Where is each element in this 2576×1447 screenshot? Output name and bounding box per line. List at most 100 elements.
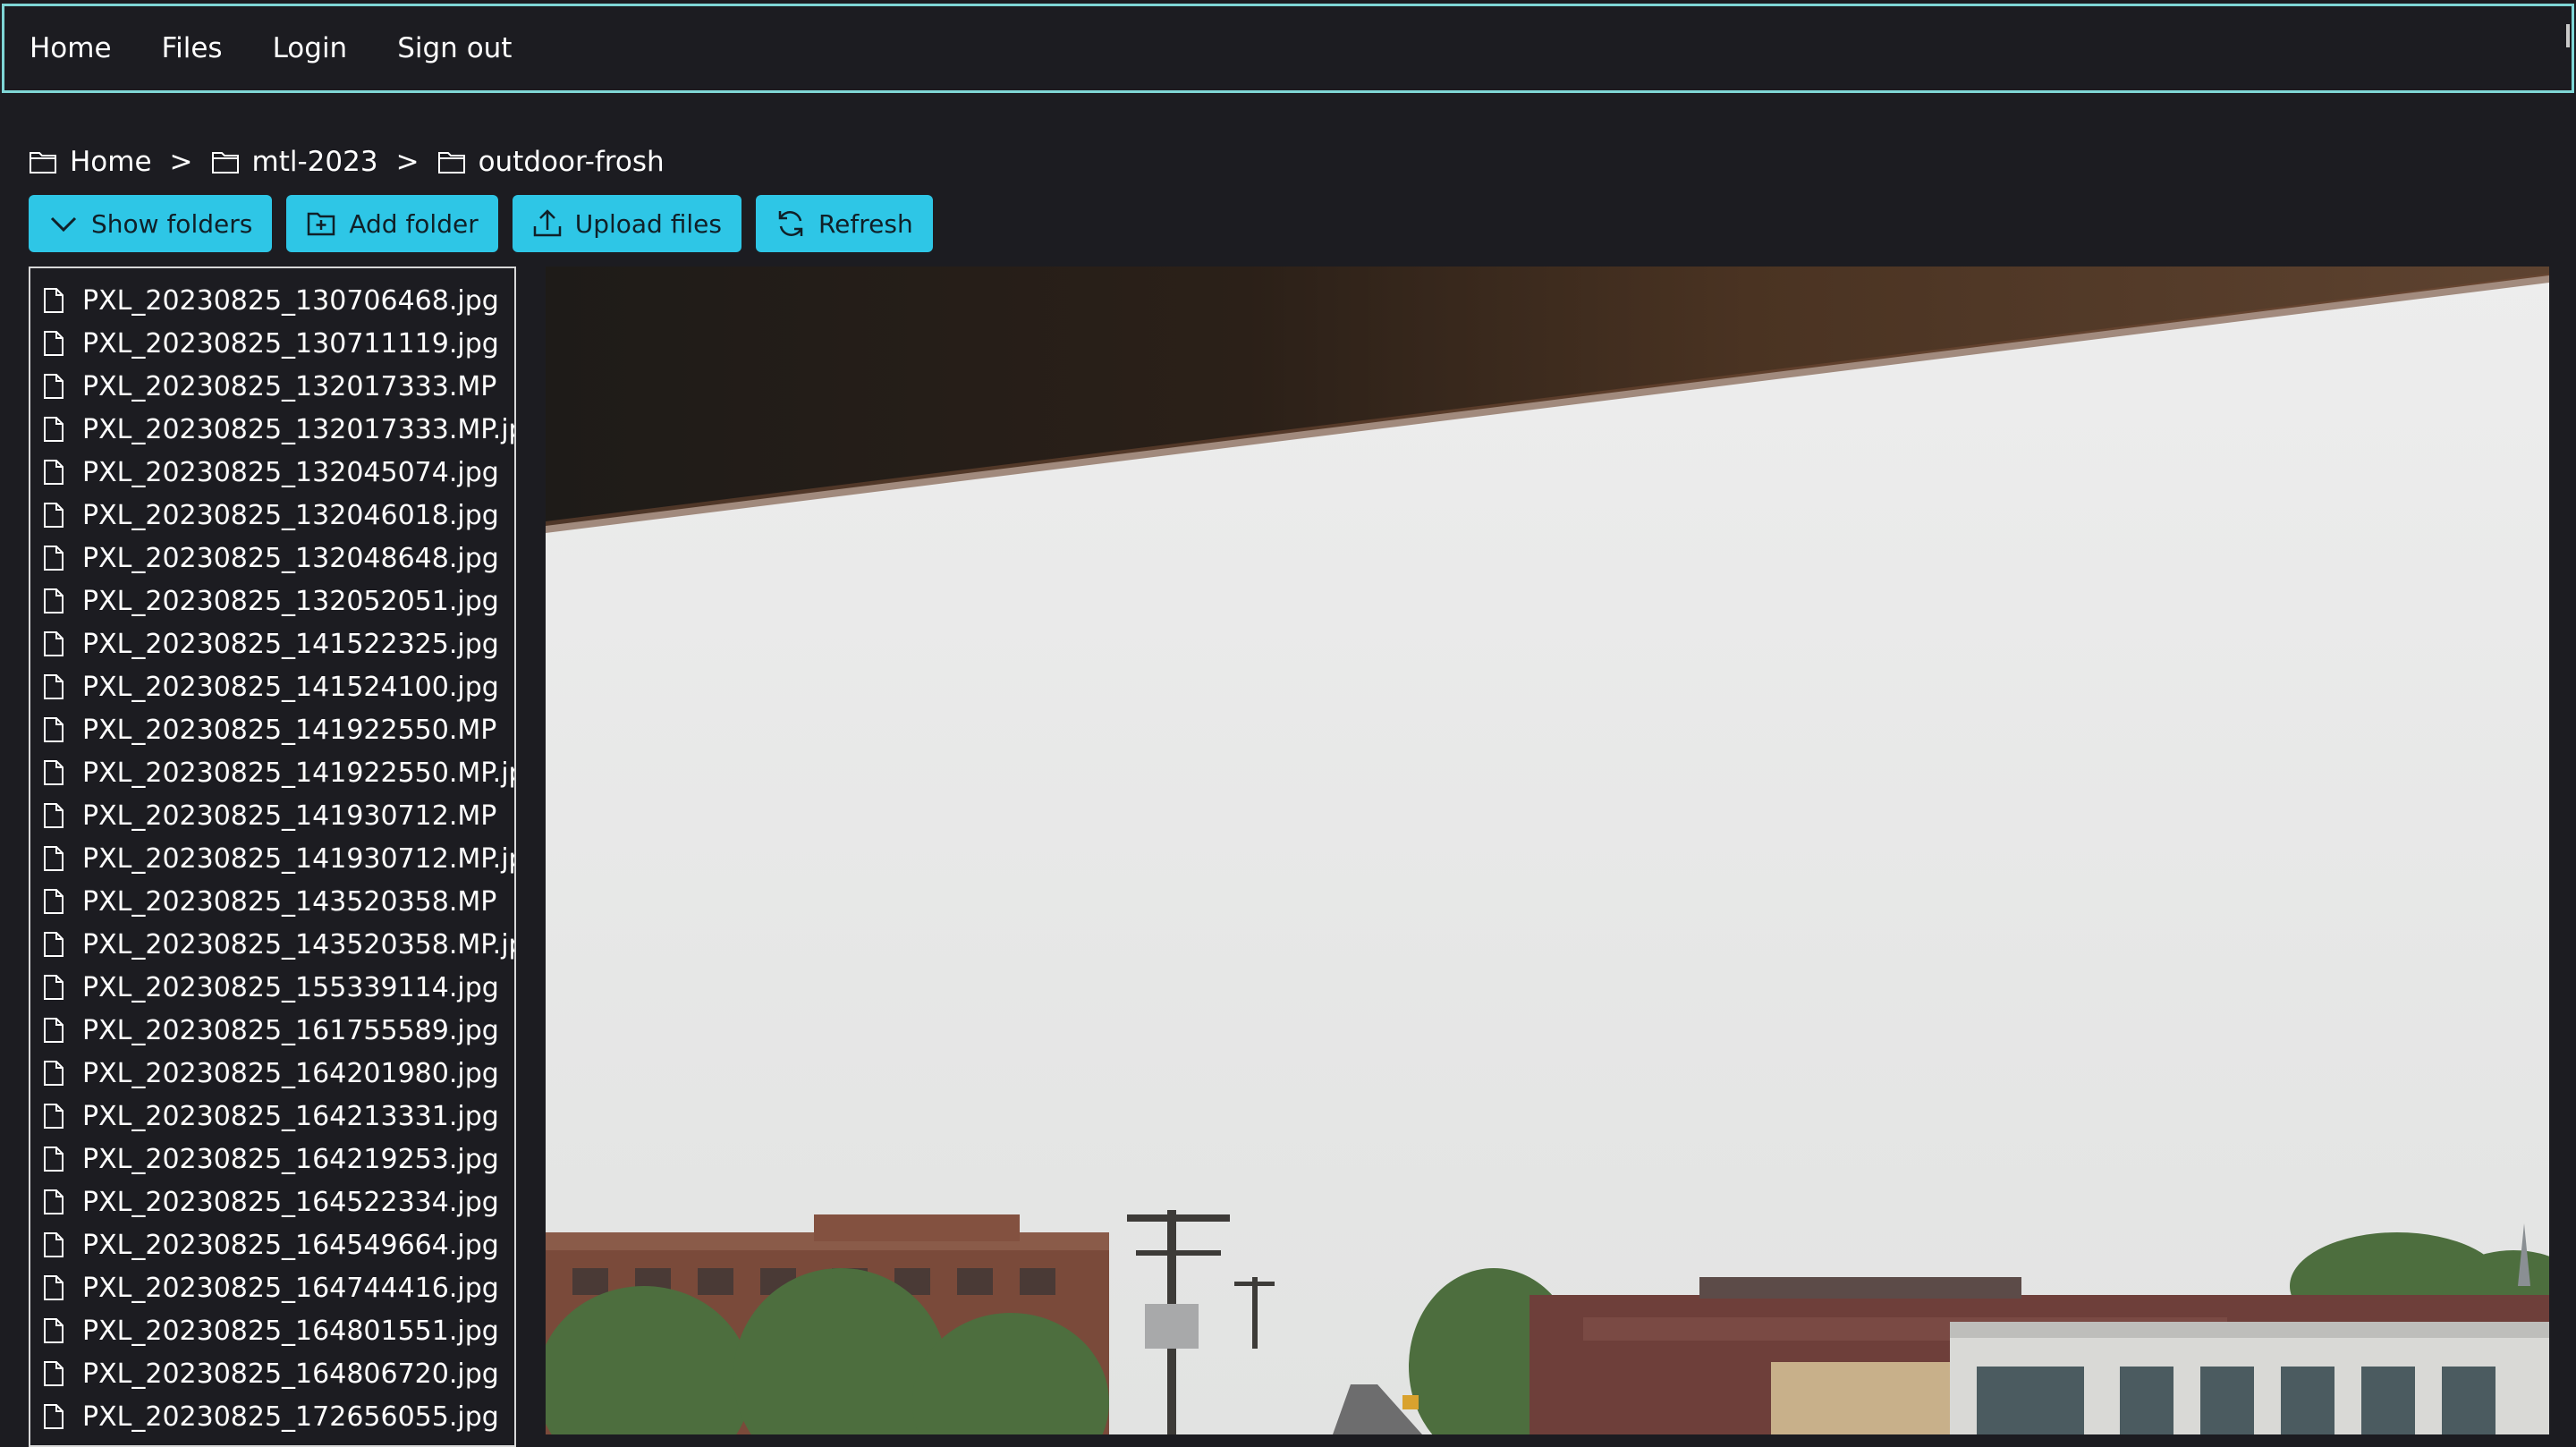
file-list-item[interactable]: PXL_20230825_141930712.MP — [30, 794, 514, 837]
file-icon — [44, 331, 64, 356]
nav-login-link[interactable]: Login — [273, 32, 348, 64]
add-folder-label: Add folder — [349, 208, 479, 239]
file-list-item[interactable]: PXL_20230825_164219253.jpg — [30, 1138, 514, 1180]
file-icon — [44, 1018, 64, 1043]
file-name: PXL_20230825_141922550.MP — [82, 714, 497, 746]
file-icon — [44, 975, 64, 1000]
file-icon — [44, 588, 64, 613]
file-list-item[interactable]: PXL_20230825_132046018.jpg — [30, 494, 514, 537]
photo-preview — [546, 267, 2549, 1434]
chevron-down-icon — [50, 216, 77, 233]
file-icon — [44, 1232, 64, 1257]
file-name: PXL_20230825_155339114.jpg — [82, 971, 499, 1003]
breadcrumb-label: mtl-2023 — [251, 146, 378, 178]
file-list-item[interactable]: PXL_20230825_141522325.jpg — [30, 622, 514, 665]
breadcrumb-home[interactable]: Home — [29, 146, 152, 178]
file-icon — [44, 631, 64, 656]
resize-handle[interactable] — [2566, 24, 2570, 47]
file-list-item[interactable]: PXL_20230825_132048648.jpg — [30, 537, 514, 580]
file-list-item[interactable]: PXL_20230825_143520358.MP.jpg — [30, 923, 514, 966]
file-name: PXL_20230825_130711119.jpg — [82, 327, 499, 360]
file-icon — [44, 288, 64, 313]
top-navbar: Home Files Login Sign out — [2, 4, 2574, 93]
refresh-button[interactable]: Refresh — [755, 195, 933, 252]
file-list-item[interactable]: PXL_20230825_141922550.MP — [30, 708, 514, 751]
file-icon — [44, 803, 64, 828]
file-name: PXL_20230825_132052051.jpg — [82, 585, 499, 617]
folder-plus-icon — [308, 212, 335, 236]
file-list-item[interactable]: PXL_20230825_143520358.MP — [30, 880, 514, 923]
folder-icon — [437, 152, 465, 173]
file-name: PXL_20230825_164744416.jpg — [82, 1272, 499, 1304]
file-list-item[interactable]: PXL_20230825_164801551.jpg — [30, 1309, 514, 1352]
file-list-item[interactable]: PXL_20230825_164522334.jpg — [30, 1180, 514, 1223]
file-icon — [44, 1275, 64, 1300]
file-name: PXL_20230825_164213331.jpg — [82, 1100, 499, 1132]
breadcrumb-separator: > — [395, 146, 419, 178]
file-name: PXL_20230825_141522325.jpg — [82, 628, 499, 660]
file-name: PXL_20230825_141930712.MP — [82, 800, 497, 832]
upload-files-button[interactable]: Upload files — [512, 195, 741, 252]
file-list-item[interactable]: PXL_20230825_164549664.jpg — [30, 1223, 514, 1266]
file-icon — [44, 1104, 64, 1129]
file-name: PXL_20230825_132045074.jpg — [82, 456, 499, 488]
file-list-item[interactable]: PXL_20230825_141930712.MP.jpg — [30, 837, 514, 880]
file-icon — [44, 717, 64, 742]
file-name: PXL_20230825_143520358.MP.jpg — [82, 928, 516, 960]
breadcrumb-label: outdoor-frosh — [478, 146, 665, 178]
file-list[interactable]: PXL_20230825_130706468.jpg PXL_20230825_1… — [29, 267, 516, 1447]
file-list-item[interactable]: PXL_20230825_161755589.jpg — [30, 1009, 514, 1052]
file-icon — [44, 932, 64, 957]
file-icon — [44, 374, 64, 399]
nav-files-link[interactable]: Files — [162, 32, 223, 64]
upload-icon — [533, 209, 561, 237]
file-icon — [44, 1361, 64, 1386]
breadcrumb-outdoor-frosh[interactable]: outdoor-frosh — [437, 146, 665, 178]
file-name: PXL_20230825_132048648.jpg — [82, 542, 499, 574]
file-list-item[interactable]: PXL_20230825_172656055.jpg — [30, 1395, 514, 1438]
file-name: PXL_20230825_130706468.jpg — [82, 284, 499, 317]
file-list-item[interactable]: PXL_20230825_141922550.MP.jpg — [30, 751, 514, 794]
folder-icon — [211, 152, 239, 173]
file-icon — [44, 1189, 64, 1214]
toolbar: Show folders Add folder Upload files Ref… — [29, 195, 933, 252]
file-name: PXL_20230825_141922550.MP.jpg — [82, 757, 516, 789]
file-list-item[interactable]: PXL_20230825_132052051.jpg — [30, 580, 514, 622]
file-list-item[interactable]: PXL_20230825_164213331.jpg — [30, 1095, 514, 1138]
breadcrumb-label: Home — [70, 146, 152, 178]
file-list-item[interactable]: PXL_20230825_130706468.jpg — [30, 279, 514, 322]
show-folders-button[interactable]: Show folders — [29, 195, 273, 252]
file-name: PXL_20230825_164522334.jpg — [82, 1186, 499, 1218]
file-name: PXL_20230825_141524100.jpg — [82, 671, 499, 703]
breadcrumb: Home > mtl-2023 > outdoor-frosh — [29, 141, 665, 182]
file-name: PXL_20230825_132046018.jpg — [82, 499, 499, 531]
breadcrumb-separator: > — [169, 146, 193, 178]
nav-sign-out-link[interactable]: Sign out — [397, 32, 512, 64]
file-name: PXL_20230825_141930712.MP.jpg — [82, 842, 516, 875]
file-list-item[interactable]: PXL_20230825_132017333.MP.jpg — [30, 408, 514, 451]
nav-home-link[interactable]: Home — [30, 32, 112, 64]
file-name: PXL_20230825_143520358.MP — [82, 885, 497, 918]
file-name: PXL_20230825_164801551.jpg — [82, 1315, 499, 1347]
file-list-item[interactable]: PXL_20230825_132017333.MP — [30, 365, 514, 408]
file-icon — [44, 1404, 64, 1429]
file-name: PXL_20230825_132017333.MP.jpg — [82, 413, 516, 445]
file-icon — [44, 503, 64, 528]
file-list-item[interactable]: PXL_20230825_141524100.jpg — [30, 665, 514, 708]
add-folder-button[interactable]: Add folder — [286, 195, 498, 252]
file-list-item[interactable]: PXL_20230825_130711119.jpg — [30, 322, 514, 365]
file-name: PXL_20230825_164806720.jpg — [82, 1358, 499, 1390]
file-list-item[interactable]: PXL_20230825_155339114.jpg — [30, 966, 514, 1009]
file-icon — [44, 674, 64, 699]
file-list-item[interactable]: PXL_20230825_132045074.jpg — [30, 451, 514, 494]
file-list-item[interactable]: PXL_20230825_164806720.jpg — [30, 1352, 514, 1395]
refresh-label: Refresh — [818, 208, 913, 239]
file-icon — [44, 889, 64, 914]
file-icon — [44, 460, 64, 485]
file-list-item[interactable]: PXL_20230825_164744416.jpg — [30, 1266, 514, 1309]
breadcrumb-mtl-2023[interactable]: mtl-2023 — [211, 146, 378, 178]
file-list-item[interactable]: PXL_20230825_164201980.jpg — [30, 1052, 514, 1095]
file-name: PXL_20230825_132017333.MP — [82, 370, 497, 402]
file-name: PXL_20230825_164219253.jpg — [82, 1143, 499, 1175]
file-name: PXL_20230825_172656055.jpg — [82, 1400, 499, 1433]
